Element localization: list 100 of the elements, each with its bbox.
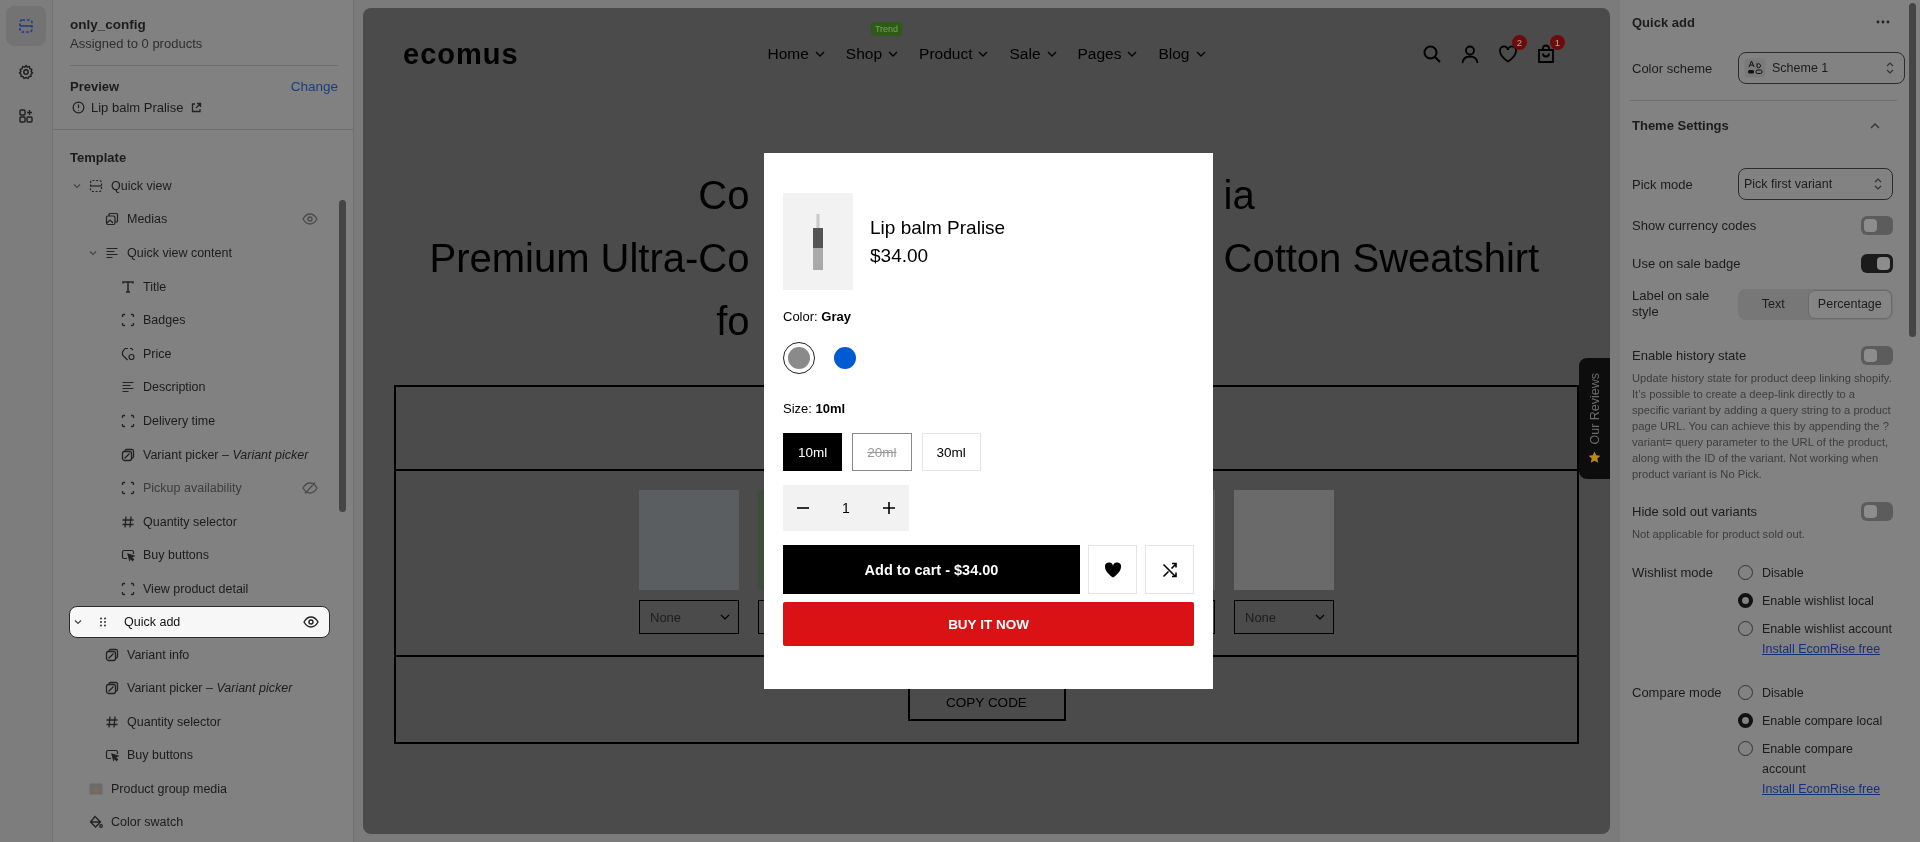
tree-item[interactable]: Delivery time [69, 404, 330, 438]
toggle-switch[interactable] [1861, 253, 1893, 273]
heart-icon[interactable] [1498, 44, 1518, 64]
store-logo[interactable]: ecomus [403, 37, 519, 71]
size-option-label: Size: 10ml [783, 401, 847, 416]
tree-item[interactable]: Variant picker – Variant picker [69, 671, 330, 705]
tree-item[interactable]: Medias [69, 202, 330, 237]
search-icon[interactable] [1422, 44, 1442, 64]
radio-label[interactable]: Disable [1762, 683, 1804, 703]
nav-menu-item[interactable]: Product [919, 45, 989, 63]
nav-menu-item[interactable]: Shop [845, 45, 899, 63]
trend-badge: Trend [870, 22, 903, 36]
tree-item[interactable]: View product detail [69, 572, 330, 606]
variant-icon [121, 447, 135, 462]
thumbnail-icon [89, 781, 103, 796]
install-link[interactable]: Install EcomRise free [1762, 639, 1892, 659]
sections-icon [18, 18, 34, 34]
eye-off-icon[interactable] [302, 482, 318, 495]
field-label: Show currency codes [1632, 217, 1757, 233]
tree-item[interactable]: Title [69, 269, 330, 304]
field-label: Color scheme [1632, 60, 1714, 76]
page-heading: Cotton Sweatshirt [1223, 236, 1540, 280]
radio-label[interactable]: Enable compare local [1762, 711, 1883, 731]
plus-icon[interactable] [882, 501, 896, 515]
typography-icon [1744, 58, 1766, 78]
chevron-down-icon [1315, 613, 1325, 621]
tree-item[interactable]: Pickup availability [69, 471, 330, 505]
chevron-down-icon [888, 50, 899, 58]
sections-button[interactable] [6, 6, 46, 46]
add-to-cart-button[interactable]: Add to cart - $34.00 [783, 545, 1080, 594]
chevron-down-icon [1127, 50, 1138, 58]
cart-count-badge: 1 [1550, 35, 1565, 50]
quantity-value[interactable]: 1 [842, 500, 850, 516]
tree-item[interactable]: Buy buttons [69, 738, 330, 773]
tree-item[interactable]: Quick view content [69, 236, 330, 270]
tree-item[interactable]: Badges [69, 303, 330, 337]
cursor-click-icon [105, 748, 119, 763]
tree-item[interactable]: Quantity selector [69, 504, 330, 539]
chevron-down-icon [1046, 50, 1057, 58]
more-icon[interactable] [1876, 20, 1890, 24]
size-option[interactable]: 10ml [783, 433, 843, 471]
radio-label[interactable]: Enable compare account [1762, 739, 1893, 779]
nav-menu-item[interactable]: Pages [1077, 45, 1138, 63]
panel-title: Quick add [1632, 14, 1695, 30]
select-arrows-icon [1886, 62, 1894, 74]
nav-menu-item[interactable]: Home [767, 45, 825, 63]
shuffle-icon [1161, 561, 1178, 578]
shopping-bag-icon[interactable] [1536, 44, 1556, 64]
field-label: Label on sale style [1632, 288, 1711, 320]
wishlist-button[interactable] [1088, 545, 1137, 594]
chevron-down-icon [720, 613, 730, 621]
color-scheme-select[interactable]: Scheme 1 [1738, 52, 1905, 84]
tree-item[interactable]: Product group media [69, 772, 330, 806]
preview-product: Lip balm Pralise [91, 100, 184, 115]
external-link-icon[interactable] [189, 101, 202, 114]
tree-item[interactable]: Variant picker – Variant picker [69, 437, 330, 472]
toggle-switch[interactable] [1861, 345, 1893, 365]
tree-item[interactable]: Color swatch [69, 805, 330, 840]
segment-option[interactable]: Text [1739, 289, 1808, 319]
gear-icon [18, 64, 34, 80]
toggle-switch[interactable] [1861, 501, 1893, 521]
radio-label[interactable]: Enable wishlist local [1762, 591, 1874, 611]
nav-menu-item[interactable]: Blog [1158, 45, 1206, 63]
tree-item[interactable]: Description [69, 370, 330, 405]
tree-item[interactable]: Variant info [69, 637, 330, 672]
nav-menu-item[interactable]: Sale [1009, 45, 1057, 63]
compare-button[interactable] [1145, 545, 1194, 594]
user-icon[interactable] [1460, 44, 1480, 64]
tree-item[interactable]: Buy buttons [69, 538, 330, 573]
segment-option[interactable]: Percentage [1807, 289, 1892, 319]
buy-now-button[interactable]: BUY IT NOW [783, 602, 1194, 646]
price-tag-icon [121, 346, 135, 361]
page-heading: Co [698, 173, 750, 217]
star-icon [1588, 450, 1601, 464]
help-text: Not applicable for product sold out. [1632, 527, 1806, 542]
variant-icon [105, 647, 119, 662]
pick-mode-select[interactable]: Pick first variant [1738, 168, 1893, 200]
radio-label[interactable]: Enable wishlist account [1762, 619, 1892, 639]
chevron-down-icon [814, 50, 825, 58]
toggle-switch[interactable] [1861, 215, 1893, 235]
block-icon [121, 581, 135, 596]
scrollbar-thumb[interactable] [1909, 3, 1916, 337]
tree-item[interactable]: Price [69, 336, 330, 371]
change-link[interactable]: Change [290, 79, 338, 94]
tree-item[interactable]: Quick view [69, 169, 330, 203]
install-link[interactable]: Install EcomRise free [1762, 779, 1893, 799]
size-option[interactable]: 30ml [921, 433, 981, 471]
reviews-tab[interactable]: Our Reviews [1579, 358, 1610, 479]
radio-button[interactable] [1738, 593, 1753, 608]
group-header[interactable]: Theme Settings [1620, 101, 1920, 133]
radio-label[interactable]: Disable [1762, 563, 1804, 583]
field-label: Wishlist mode [1632, 564, 1714, 582]
size-option[interactable]: 20ml [852, 433, 912, 471]
field-label: Use on sale badge [1632, 255, 1741, 271]
radio-button[interactable] [1738, 713, 1753, 728]
scrollbar-thumb[interactable] [339, 200, 346, 512]
eye-icon[interactable] [303, 615, 319, 628]
hash-icon [105, 714, 119, 729]
tree-item[interactable]: Quick add [69, 605, 330, 638]
tree-item[interactable]: Quantity selector [69, 704, 330, 739]
